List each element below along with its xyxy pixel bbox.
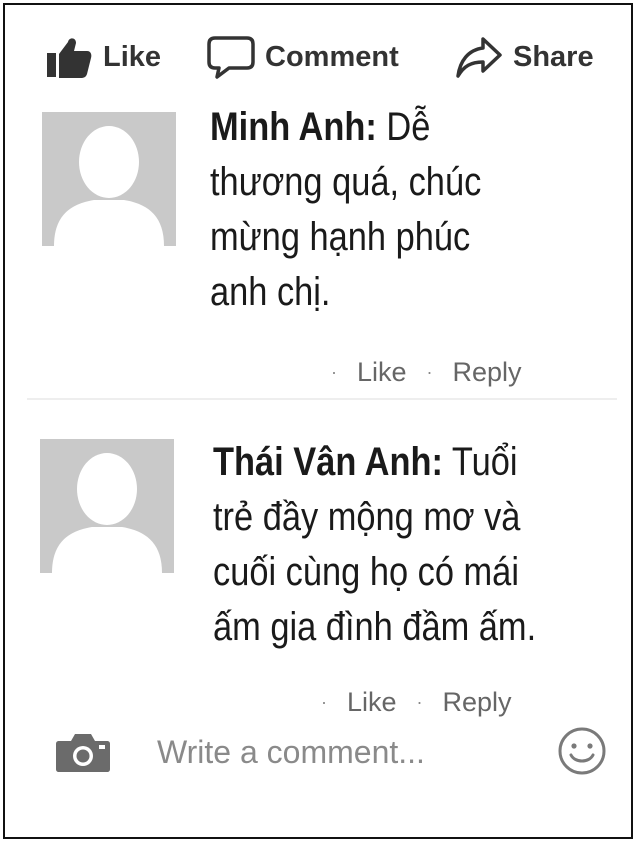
share-label: Share: [513, 40, 594, 73]
comment-input[interactable]: [155, 727, 549, 777]
comment-author[interactable]: Minh Anh:: [210, 105, 377, 149]
comment-line: ấm gia đình đầm ấm.: [213, 605, 537, 649]
like-label: Like: [103, 40, 162, 73]
action-bar: Like Comment Share: [5, 27, 631, 89]
comment-like-link[interactable]: Like: [357, 357, 407, 388]
like-button[interactable]: Like: [45, 35, 161, 79]
share-arrow-icon: [455, 35, 503, 79]
comment-label: Comment: [265, 40, 399, 73]
separator-dot: ·: [331, 362, 337, 382]
comment-line: cuối cùng họ có mái: [213, 550, 519, 594]
comment-line: Dễ: [386, 105, 431, 149]
avatar[interactable]: [40, 439, 174, 573]
separator-dot: ·: [321, 692, 327, 712]
comment-line: trẻ đầy mộng mơ và: [213, 495, 521, 539]
comment-line: Tuổi: [451, 440, 518, 484]
post-card: Like Comment Share Minh Anh: Dễ thương q…: [3, 3, 633, 839]
comment-line: anh chị.: [210, 270, 331, 314]
share-button[interactable]: Share: [455, 35, 594, 79]
comment-button[interactable]: Comment: [207, 35, 399, 79]
separator-dot: ·: [416, 692, 423, 712]
divider: [27, 398, 617, 400]
thumbs-up-icon: [45, 33, 93, 81]
comment-bubble-icon: [207, 34, 255, 80]
comment-composer: [5, 717, 631, 787]
camera-icon[interactable]: [55, 731, 111, 778]
comment-author[interactable]: Thái Vân Anh:: [213, 440, 443, 484]
comment-actions: · Like · Reply: [331, 357, 522, 388]
comment-line: thương quá, chúc: [210, 160, 482, 204]
comment-like-link[interactable]: Like: [347, 687, 397, 718]
avatar[interactable]: [42, 112, 176, 246]
comment-actions: · Like · Reply: [321, 687, 512, 718]
user-silhouette-icon: [42, 112, 176, 246]
comment-reply-link[interactable]: Reply: [453, 357, 522, 388]
smiley-icon[interactable]: [557, 726, 607, 781]
comment-reply-link[interactable]: Reply: [443, 687, 512, 718]
separator-dot: ·: [426, 362, 433, 382]
comment-line: mừng hạnh phúc: [210, 215, 471, 259]
user-silhouette-icon: [40, 439, 174, 573]
comment-text: Minh Anh: Dễ thương quá, chúc mừng hạnh …: [210, 100, 481, 320]
comment-text: Thái Vân Anh: Tuổi trẻ đầy mộng mơ và cu…: [213, 435, 536, 655]
